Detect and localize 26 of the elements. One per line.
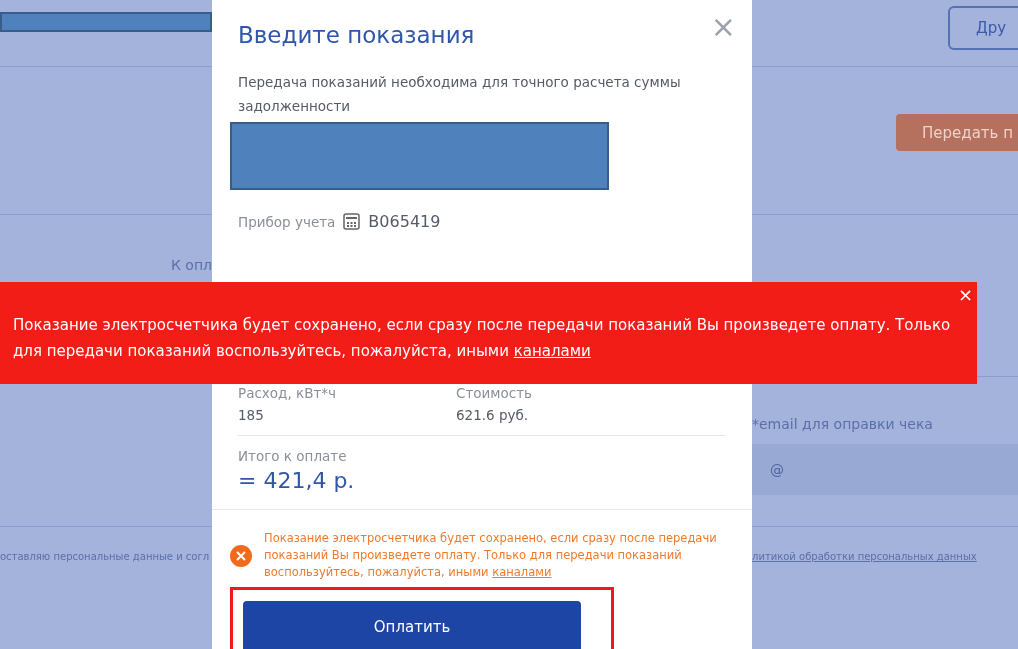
amount-label: К опл [170, 257, 212, 273]
submit-readings-button[interactable]: Передать п [896, 114, 1018, 151]
channels-link[interactable]: каналами [492, 565, 552, 579]
error-icon [230, 544, 252, 567]
channels-link[interactable]: каналами [513, 342, 591, 360]
banner-text: Показание электросчетчика будет сохранено, если сразу после передачи показаний Вы произведете оплату. Только для передачи показаний воспользуйтесь, пожалуйста, иными каналами [13, 315, 952, 362]
reading-label: Расход, кВт*ч [238, 385, 337, 401]
close-button[interactable]: × [957, 284, 973, 305]
dialog-description: Передача показаний необходима для точного расчета суммы задолженности [238, 73, 682, 116]
calculator-icon [343, 213, 361, 230]
email-label: *email для оправки чека [752, 416, 933, 432]
reading-label: Стоимость [456, 385, 533, 401]
pay-button[interactable]: Оплатить [243, 601, 581, 649]
other-button[interactable]: Дру [948, 6, 1018, 50]
reading-value: 621.6 руб. [456, 407, 530, 423]
warning-text: Показание электросчетчика будет сохранено, если сразу после передачи показаний Вы произведете оплату. Только для передачи показаний воспользуйтесь, пожалуйста, иными каналами [264, 530, 718, 581]
email-field[interactable]: @ [752, 444, 1018, 495]
meter-label: Прибор учета [238, 213, 336, 230]
consent-text: оставляю персональные данные и согл [0, 551, 210, 562]
meter-number: B065419 [368, 212, 441, 231]
total-amount: = 421,4 р. [238, 468, 356, 493]
dialog-title: Введите показания [238, 22, 475, 48]
policy-link[interactable]: литикой обработки персональных данных [752, 551, 977, 562]
close-button[interactable]: × [710, 12, 736, 42]
reading-value: 185 [238, 407, 265, 423]
total-label: Итого к оплате [238, 448, 347, 464]
